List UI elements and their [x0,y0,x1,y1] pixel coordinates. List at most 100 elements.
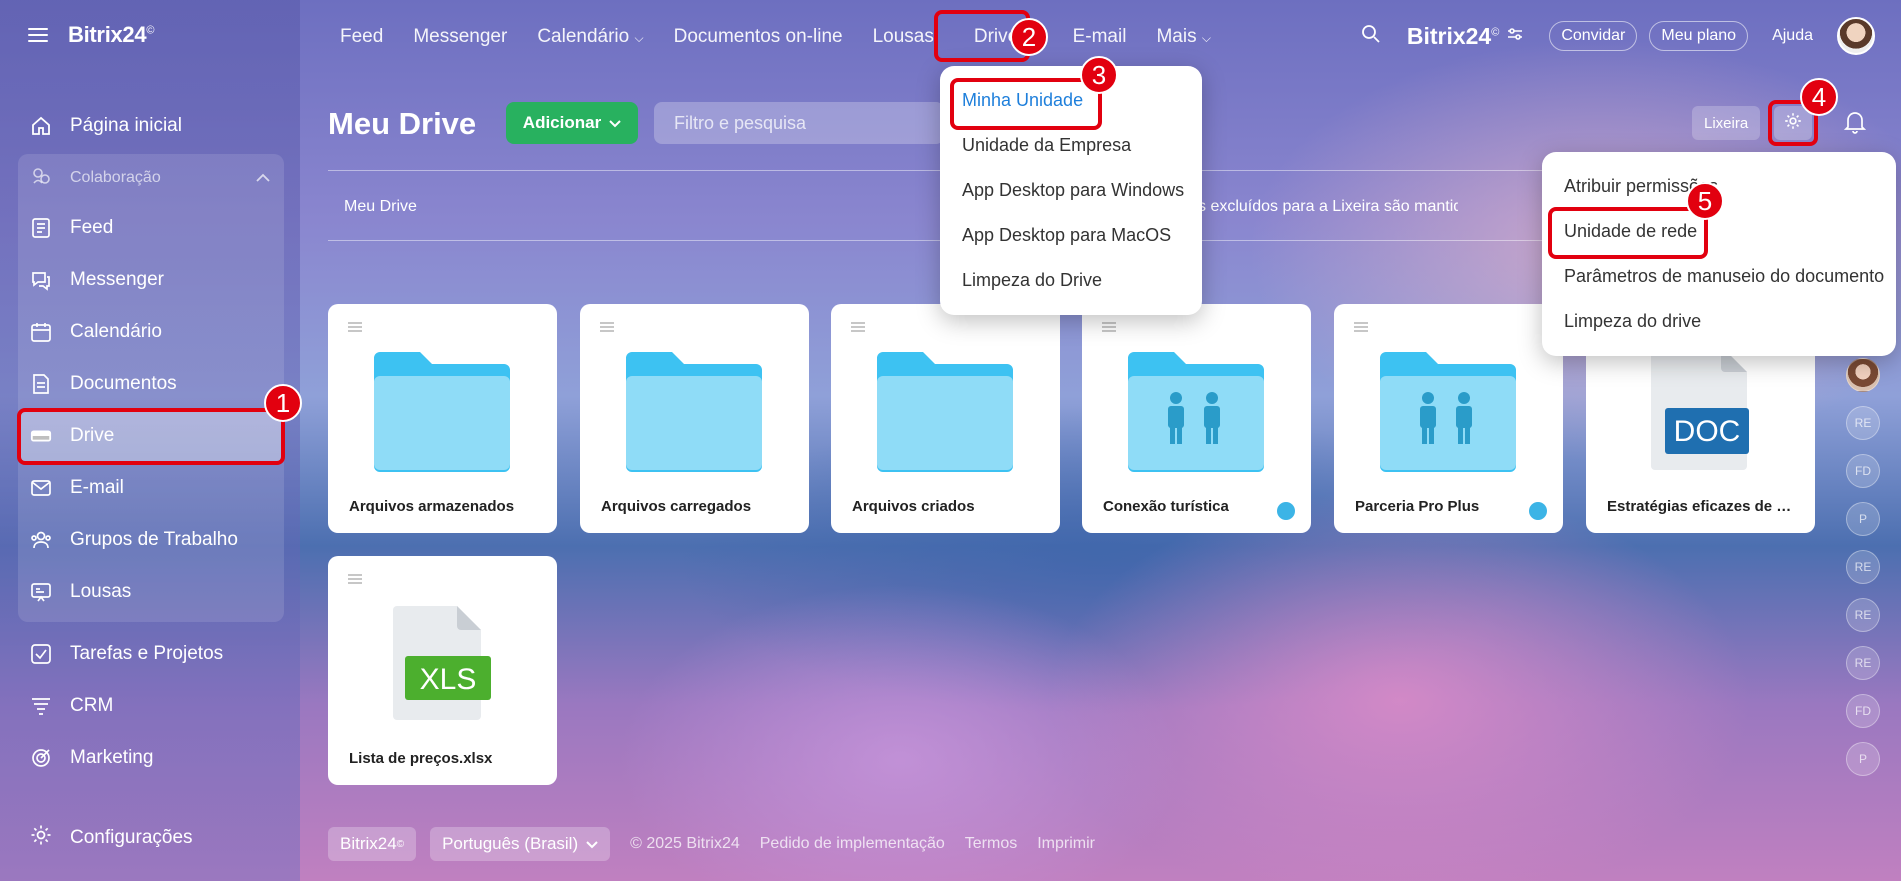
sidebar-item-feed[interactable]: Feed [18,202,284,254]
bell-icon[interactable] [1843,110,1867,139]
topnav-online-docs[interactable]: Documentos on-line [674,26,843,48]
search-icon[interactable] [1361,24,1381,49]
user-avatar[interactable]: RE [1846,550,1880,584]
messenger-icon [30,269,52,291]
topnav-boards[interactable]: Lousas [873,26,934,48]
tasks-icon [30,643,52,665]
highlight-network-drive [1548,207,1708,259]
tile-price-list[interactable]: XLS Lista de preços.xlsx [328,556,557,785]
sidebar-item-messenger[interactable]: Messenger [18,254,284,306]
tile-name: Arquivos criados [852,498,975,515]
chevron-up-icon[interactable] [256,170,270,188]
topnav-messenger[interactable]: Messenger [413,26,507,48]
user-avatar[interactable]: P [1846,742,1880,776]
tile-name: Parceria Pro Plus [1355,498,1480,515]
tile-name: Arquivos carregados [601,498,752,515]
user-avatar[interactable]: RE [1846,406,1880,440]
tile-tourism-connection[interactable]: Conexão turística [1082,304,1311,533]
callout-badge: 1 [264,384,302,422]
help-button[interactable]: Ajuda [1760,21,1825,51]
highlight-my-drive [950,78,1102,130]
folder-icon [624,352,764,477]
footer-link-terms[interactable]: Termos [965,835,1017,853]
menu-item-drive-cleanup[interactable]: Limpeza do Drive [940,258,1202,303]
footer-brand[interactable]: Bitrix24 © [328,827,417,861]
search-input[interactable] [654,102,944,144]
brand-logo-header[interactable]: Bitrix24© [1407,23,1499,50]
mail-icon [30,477,52,499]
sidebar-item-workgroups[interactable]: Grupos de Trabalho [18,514,284,566]
user-avatar[interactable]: FD [1846,454,1880,488]
sidebar-item-documents[interactable]: Documentos [18,358,284,410]
chevron-down-icon: ⌵ [1201,31,1211,45]
callout-badge: 5 [1686,182,1724,220]
my-plan-button[interactable]: Meu plano [1649,21,1749,51]
target-icon [30,747,52,769]
menu-item-drive-cleanup[interactable]: Limpeza do drive [1542,299,1896,344]
menu-item-desktop-windows[interactable]: App Desktop para Windows [940,168,1202,213]
drag-handle-icon[interactable] [600,322,614,332]
sidebar-item-marketing[interactable]: Marketing [18,732,284,784]
tile-name: Lista de preços.xlsx [349,750,493,767]
doc-file-icon: DOC [1651,346,1751,475]
workgroups-icon [30,529,52,551]
sidebar-item-settings[interactable]: Configurações [30,824,193,852]
sidebar-group-collaboration: Colaboração Feed Messenger Calendário Do… [18,154,284,622]
topnav-calendar[interactable]: Calendário ⌵ [537,26,643,48]
gear-icon [30,824,52,852]
drag-handle-icon[interactable] [348,322,362,332]
user-avatar[interactable]: RE [1846,646,1880,680]
trash-button[interactable]: Lixeira [1692,106,1761,140]
user-avatar[interactable]: RE [1846,598,1880,632]
sidebar-item-calendar[interactable]: Calendário [18,306,284,358]
topnav-more[interactable]: Mais ⌵ [1156,26,1211,48]
top-nav: Feed Messenger Calendário ⌵ Documentos o… [340,26,1211,48]
shared-users-icon [1529,502,1547,520]
doc-badge: DOC [1674,415,1741,448]
user-avatar[interactable]: FD [1846,694,1880,728]
sidebar-item-email[interactable]: E-mail [18,462,284,514]
online-users-column: RE FD P RE RE RE FD P [1846,358,1880,776]
footer-copyright: © 2025 Bitrix24 [630,835,740,852]
tile-uploaded-files[interactable]: Arquivos carregados [580,304,809,533]
logo-row: Bitrix24© [28,22,154,48]
shared-folder-icon [1378,352,1518,477]
document-icon [30,373,52,395]
page-title: Meu Drive [328,106,477,141]
user-avatar[interactable]: P [1846,502,1880,536]
user-avatar[interactable] [1837,17,1875,55]
drag-handle-icon[interactable] [1102,322,1116,332]
menu-item-desktop-macos[interactable]: App Desktop para MacOS [940,213,1202,258]
topnav-email[interactable]: E-mail [1073,26,1127,48]
drag-handle-icon[interactable] [348,574,362,584]
sidebar-item-crm[interactable]: CRM [18,680,284,732]
sidebar-item-label: Página inicial [70,115,182,136]
footer: Bitrix24 © Português (Brasil) © 2025 Bitr… [328,827,1095,861]
breadcrumb[interactable]: Meu Drive [344,198,417,216]
drag-handle-icon[interactable] [851,322,865,332]
callout-badge: 2 [1010,18,1048,56]
highlight-drive-sidebar [17,408,285,465]
tile-pro-plus-partnership[interactable]: Parceria Pro Plus [1334,304,1563,533]
sidebar-item-tasks[interactable]: Tarefas e Projetos [18,628,284,680]
menu-item-document-settings[interactable]: Parâmetros de manuseio do documento [1542,254,1896,299]
tile-stored-files[interactable]: Arquivos armazenados [328,304,557,533]
shared-folder-icon [1126,352,1266,477]
settings-sliders-icon[interactable] [1507,27,1523,46]
user-avatar[interactable] [1846,358,1880,392]
tile-created-files[interactable]: Arquivos criados [831,304,1060,533]
sidebar-item-home[interactable]: Página inicial [18,100,284,152]
language-select[interactable]: Português (Brasil) [430,827,611,861]
drag-handle-icon[interactable] [1354,322,1368,332]
add-button[interactable]: Adicionar [506,102,638,144]
footer-link-print[interactable]: Imprimir [1037,835,1095,853]
sidebar-item-boards[interactable]: Lousas [18,566,284,618]
footer-link-implementation[interactable]: Pedido de implementação [760,835,945,853]
sidebar-group-header[interactable]: Colaboração [18,154,284,202]
menu-icon[interactable] [28,28,48,42]
invite-button[interactable]: Convidar [1549,21,1638,51]
crm-icon [30,695,52,717]
topnav-feed[interactable]: Feed [340,26,383,48]
brand-logo[interactable]: Bitrix24© [68,22,154,48]
xls-file-icon: XLS [393,606,493,725]
